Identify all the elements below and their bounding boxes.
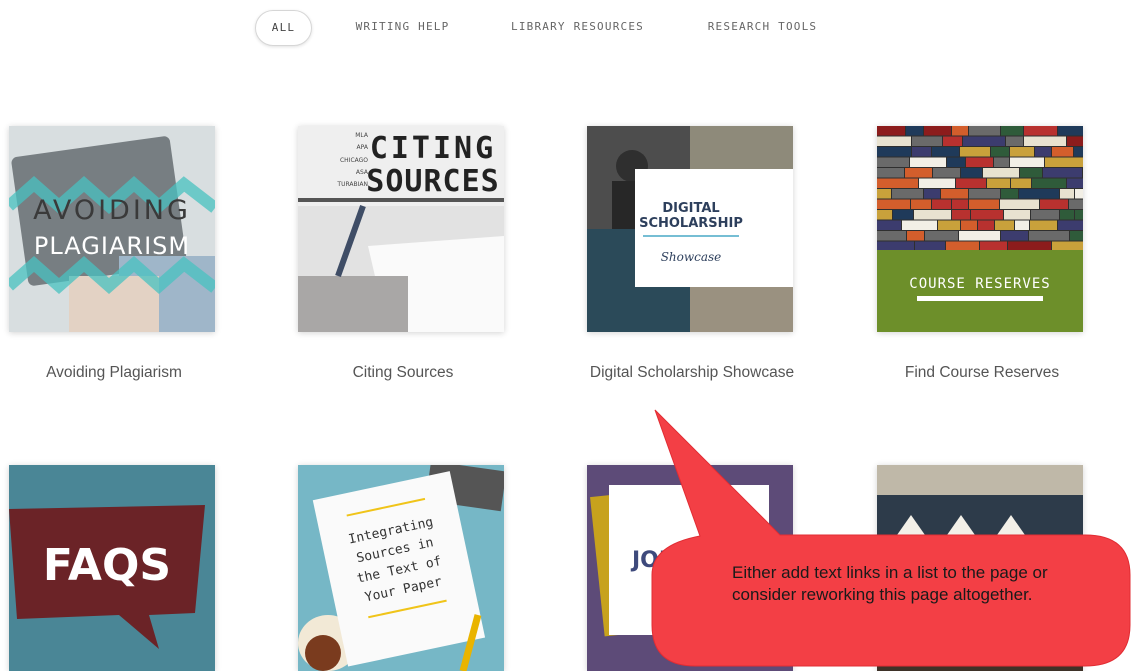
journals-image-text: JOU <box>630 548 677 573</box>
avoiding-plagiarism-image-text-2: PLAGIARISM <box>34 232 190 260</box>
citing-sources-image-text-7: TURABIAN <box>336 181 368 188</box>
card-title[interactable]: Find Course Reserves <box>837 364 1127 382</box>
digital-scholarship-image-text-2: SCHOLARSHIP <box>639 216 743 231</box>
card-avoiding-plagiarism[interactable]: AVOIDING PLAGIARISM Avoiding Plagiarism <box>9 126 219 381</box>
card-digital-scholarship-showcase[interactable]: DIGITAL SCHOLARSHIP Showcase Digital Sch… <box>587 126 797 381</box>
faqs-thumbnail[interactable]: FAQS <box>9 465 215 671</box>
citing-sources-image-text-5: CHICAGO <box>340 157 368 164</box>
digital-scholarship-image-text-1: DIGITAL <box>662 201 719 216</box>
citing-sources-image-text-6: ASA <box>356 169 369 176</box>
card-title[interactable]: Avoiding Plagiarism <box>0 364 259 382</box>
citing-sources-image-text-2: SOURCES <box>366 164 499 199</box>
card-integrating-sources[interactable]: Integrating Sources in the Text of Your … <box>298 465 508 671</box>
filter-library-resources-tab[interactable]: LIBRARY RESOURCES <box>500 10 655 44</box>
digital-scholarship-thumbnail[interactable]: DIGITAL SCHOLARSHIP Showcase <box>587 126 793 332</box>
annotation-callout-text: Either add text links in a list to the p… <box>732 563 1048 604</box>
avoiding-plagiarism-image-text-1: AVOIDING <box>33 195 191 226</box>
course-reserves-thumbnail[interactable]: COURSE RESERVES <box>877 126 1083 332</box>
filter-writing-help-tab[interactable]: WRITING HELP <box>345 10 460 44</box>
citing-sources-image-text-3: MLA <box>355 132 369 139</box>
card-faqs[interactable]: FAQS <box>9 465 219 671</box>
citing-sources-thumbnail[interactable]: CITING SOURCES MLA APA CHICAGO ASA TURAB… <box>298 126 504 332</box>
card-title[interactable]: Citing Sources <box>258 364 548 382</box>
faqs-image-text: FAQS <box>43 540 171 591</box>
card-find-course-reserves[interactable]: COURSE RESERVES Find Course Reserves <box>877 126 1087 381</box>
integrating-sources-thumbnail[interactable]: Integrating Sources in the Text of Your … <box>298 465 504 671</box>
avoiding-plagiarism-thumbnail[interactable]: AVOIDING PLAGIARISM <box>9 126 215 332</box>
filter-research-tools-tab[interactable]: RESEARCH TOOLS <box>695 10 830 44</box>
card-title[interactable]: Digital Scholarship Showcase <box>547 364 837 382</box>
card-citing-sources[interactable]: CITING SOURCES MLA APA CHICAGO ASA TURAB… <box>298 126 508 381</box>
digital-scholarship-image-text-3: Showcase <box>661 250 722 264</box>
citing-sources-image-text-4: APA <box>357 144 369 151</box>
course-reserves-image-text-1: COURSE RESERVES <box>909 276 1050 292</box>
category-filter-bar: ALL WRITING HELP LIBRARY RESOURCES RESEA… <box>0 10 1141 46</box>
filter-all-tab[interactable]: ALL <box>255 10 312 46</box>
citing-sources-image-text-1: CITING <box>370 131 496 166</box>
